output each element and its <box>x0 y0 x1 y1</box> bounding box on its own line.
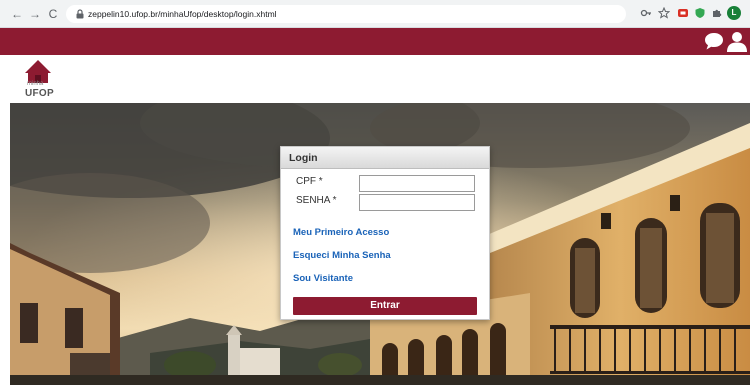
cpf-input[interactable] <box>359 175 475 192</box>
extension-red-icon[interactable] <box>677 7 689 19</box>
login-submit-button[interactable]: Entrar <box>293 297 477 315</box>
login-panel-header: Login <box>281 147 489 169</box>
login-title: Login <box>289 152 318 164</box>
cpf-row: CPF * <box>281 175 489 193</box>
visitor-link[interactable]: Sou Visitante <box>293 273 353 285</box>
profile-avatar[interactable]: L <box>727 6 741 20</box>
senha-label: SENHA * <box>296 195 337 206</box>
back-icon[interactable]: ← <box>10 7 24 21</box>
puzzle-icon[interactable] <box>711 7 723 19</box>
address-bar[interactable]: zeppelin10.ufop.br/minhaUfop/desktop/log… <box>66 5 626 23</box>
logo-main-text: UFOP <box>25 88 54 99</box>
login-panel: Login CPF * SENHA * Meu Primeiro Acesso … <box>280 146 490 320</box>
first-access-link[interactable]: Meu Primeiro Acesso <box>293 227 389 239</box>
browser-toolbar: ← → C zeppelin10.ufop.br/minhaUfop/deskt… <box>0 0 750 28</box>
chat-icon[interactable] <box>703 31 725 51</box>
logo-small-text: minha <box>27 81 44 87</box>
cpf-label: CPF * <box>296 176 323 187</box>
shield-icon[interactable] <box>694 7 706 19</box>
url-text: zeppelin10.ufop.br/minhaUfop/desktop/log… <box>88 9 277 19</box>
page: ← → C zeppelin10.ufop.br/minhaUfop/deskt… <box>0 0 750 385</box>
senha-row: SENHA * <box>281 194 489 212</box>
user-icon[interactable] <box>726 30 748 52</box>
forward-icon[interactable]: → <box>28 7 42 21</box>
lock-icon <box>76 9 84 19</box>
star-icon[interactable] <box>658 7 670 19</box>
key-icon[interactable] <box>640 7 652 19</box>
site-header-bar <box>0 28 750 55</box>
forgot-password-link[interactable]: Esqueci Minha Senha <box>293 250 391 262</box>
senha-input[interactable] <box>359 194 475 211</box>
reload-icon[interactable]: C <box>46 7 60 21</box>
